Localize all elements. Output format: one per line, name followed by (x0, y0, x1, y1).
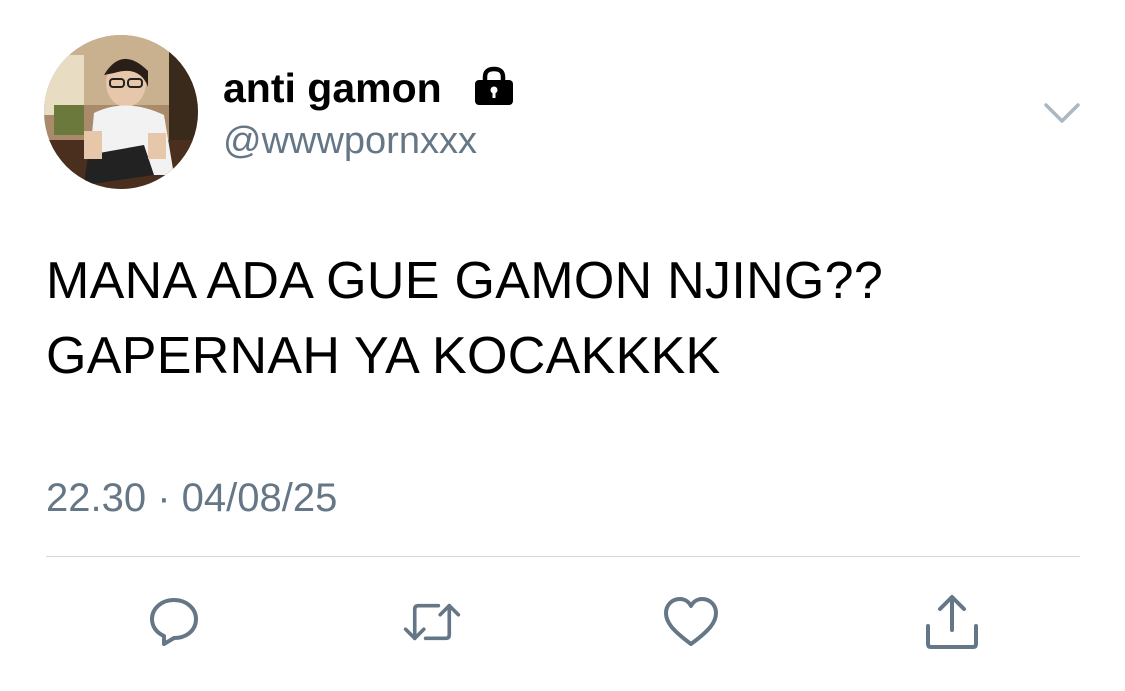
tweet-text: MANA ADA GUE GAMON NJING?? GAPERNAH YA K… (46, 252, 884, 385)
tweet-time: 22.30 (46, 476, 147, 520)
heart-icon (664, 597, 718, 646)
retweet-icon (403, 603, 461, 641)
retweet-button[interactable] (402, 592, 462, 652)
tweet-card: anti gamon @wwwpornxxx MANA ADA GUE GAMO… (0, 0, 1125, 691)
comment-icon (150, 598, 198, 646)
reply-button[interactable] (144, 592, 204, 652)
avatar[interactable] (44, 35, 198, 189)
tweet-date: 04/08/25 (181, 476, 338, 520)
share-icon (926, 595, 978, 649)
display-name[interactable]: anti gamon (223, 64, 442, 112)
user-handle[interactable]: @wwwpornxxx (223, 118, 477, 164)
profile-photo (44, 35, 198, 189)
lock-icon (472, 66, 516, 111)
timestamp-separator: · (146, 476, 182, 520)
like-button[interactable] (661, 592, 721, 652)
tweet-timestamp[interactable]: 22.30 · 04/08/25 (46, 474, 337, 522)
divider (46, 556, 1080, 557)
share-button[interactable] (922, 592, 982, 652)
chevron-down-icon[interactable] (1043, 100, 1081, 126)
